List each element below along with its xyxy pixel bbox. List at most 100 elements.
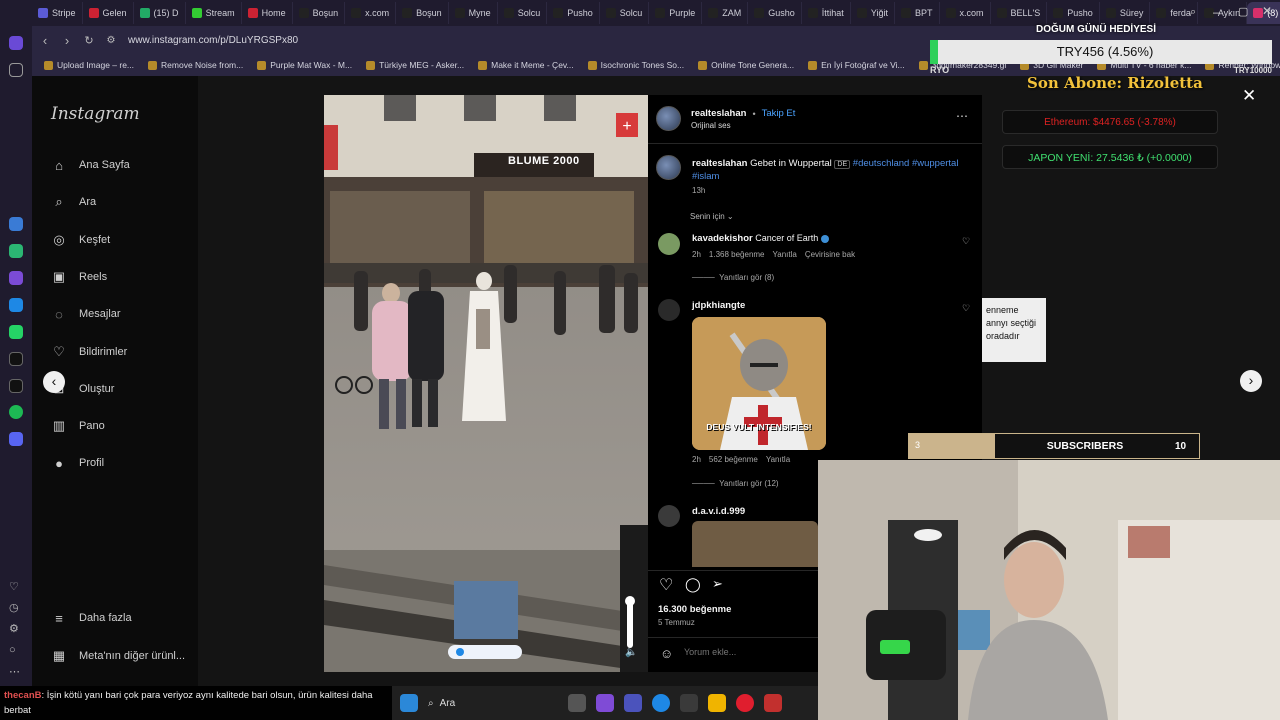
- browser-tab[interactable]: Pusho: [1047, 2, 1100, 24]
- comment-username[interactable]: jdpkhiangte: [692, 300, 745, 311]
- nav-item-keşfet[interactable]: ◎ Keşfet: [51, 232, 110, 248]
- bookmark-item[interactable]: Make it Meme - Çev...: [478, 60, 574, 70]
- translate-button[interactable]: Çevirisine bak: [805, 250, 855, 259]
- browser-tab[interactable]: Gusho: [748, 2, 802, 24]
- whatsapp-icon[interactable]: [9, 325, 23, 339]
- edge-icon[interactable]: [652, 694, 670, 712]
- maximize-icon[interactable]: ▢: [1238, 5, 1248, 18]
- post-video[interactable]: + BLUME 2000 🔈: [324, 95, 648, 672]
- more-menu[interactable]: ≡ Daha fazla: [51, 610, 131, 626]
- nav-item-ara[interactable]: ⌕ Ara: [51, 194, 96, 210]
- app-icon[interactable]: [9, 36, 23, 50]
- bookmark-item[interactable]: Upload Image – re...: [44, 60, 134, 70]
- nav-item-mesajlar[interactable]: ◌ Mesajlar: [51, 306, 120, 322]
- x-icon[interactable]: [9, 379, 23, 393]
- comment-username[interactable]: d.a.v.i.d.999: [692, 506, 745, 517]
- browser-tab[interactable]: Yiğit: [851, 2, 895, 24]
- caption-username[interactable]: realteslahan: [692, 158, 747, 169]
- nav-item-bildirimler[interactable]: ♡ Bildirimler: [51, 344, 127, 360]
- comment-avatar[interactable]: [658, 505, 680, 527]
- comment-icon[interactable]: ◯: [685, 576, 701, 593]
- app-icon[interactable]: [764, 694, 782, 712]
- close-window-icon[interactable]: ✕: [1262, 4, 1272, 18]
- emoji-icon[interactable]: ☺: [660, 646, 673, 661]
- browser-tab[interactable]: Stream: [186, 2, 242, 24]
- bookmark-item[interactable]: Purple Mat Wax - M...: [257, 60, 352, 70]
- app-icon[interactable]: [9, 217, 23, 231]
- reply-button[interactable]: Yanıtla: [766, 455, 790, 464]
- audio-label[interactable]: Orijinal ses: [691, 121, 731, 130]
- app-icon[interactable]: [596, 694, 614, 712]
- minimize-icon[interactable]: –: [1213, 5, 1220, 19]
- previous-post-button[interactable]: ‹: [43, 371, 65, 393]
- bookmark-item[interactable]: Türkiye MEG - Asker...: [366, 60, 464, 70]
- browser-tab[interactable]: BELL'S: [991, 2, 1048, 24]
- more-icon[interactable]: ⋯: [9, 665, 23, 679]
- caption-avatar[interactable]: [656, 155, 681, 180]
- nav-item-ana-sayfa[interactable]: ⌂ Ana Sayfa: [51, 157, 130, 173]
- browser-tab[interactable]: Solcu: [600, 2, 650, 24]
- next-post-button[interactable]: ›: [1240, 370, 1262, 392]
- browser-tab[interactable]: Gelen: [83, 2, 134, 24]
- browser-tab[interactable]: Purple: [649, 2, 703, 24]
- reply-button[interactable]: Yanıtla: [773, 250, 797, 259]
- close-modal-icon[interactable]: ✕: [1242, 86, 1256, 106]
- bookmark-item[interactable]: Online Tone Genera...: [698, 60, 794, 70]
- messenger-icon[interactable]: [9, 298, 23, 312]
- app-icon[interactable]: [9, 432, 23, 446]
- app-icon[interactable]: [9, 271, 23, 285]
- site-info-icon[interactable]: ⚙: [100, 29, 122, 51]
- sort-dropdown[interactable]: Senin için ⌄: [690, 212, 734, 221]
- nav-item-profil[interactable]: ● Profil: [51, 455, 104, 471]
- teams-icon[interactable]: [624, 694, 642, 712]
- browser-tab[interactable]: Stripe: [32, 2, 83, 24]
- hashtags[interactable]: #deutschland #wuppertal: [853, 158, 959, 169]
- url-field[interactable]: www.instagram.com/p/DLuYRGSPx80: [128, 35, 298, 46]
- like-comment-icon[interactable]: ♡: [962, 303, 970, 314]
- browser-tab[interactable]: Boşun: [396, 2, 449, 24]
- nav-item-pano[interactable]: ▥ Pano: [51, 418, 105, 434]
- bookmark-item[interactable]: Remove Noise from...: [148, 60, 243, 70]
- author-avatar[interactable]: [656, 106, 681, 131]
- browser-tab[interactable]: BPT: [895, 2, 940, 24]
- author-username[interactable]: realteslahan: [691, 108, 746, 119]
- comment-likes[interactable]: 1.368 beğenme: [709, 250, 765, 259]
- comment-avatar[interactable]: [658, 233, 680, 255]
- store-icon[interactable]: [680, 694, 698, 712]
- windows-start-icon[interactable]: [400, 694, 418, 712]
- browser-tab[interactable]: Sürey: [1100, 2, 1151, 24]
- nav-item-reels[interactable]: ▣ Reels: [51, 269, 107, 285]
- comment-input[interactable]: [684, 647, 824, 657]
- meta-products[interactable]: ▦ Meta'nın diğer ürünl...: [51, 648, 185, 664]
- back-icon[interactable]: ‹: [34, 29, 56, 51]
- browser-tab[interactable]: Boşun: [293, 2, 346, 24]
- share-icon[interactable]: ➢: [712, 576, 723, 592]
- view-replies[interactable]: ──── Yanıtları gör (12): [692, 479, 779, 488]
- meme-image[interactable]: DEUS VULT INTENSIFIES!: [692, 317, 826, 450]
- tiktok-icon[interactable]: [9, 352, 23, 366]
- heart-icon[interactable]: ♡: [9, 580, 23, 594]
- browser-tab[interactable]: Myne: [449, 2, 498, 24]
- follow-button[interactable]: Takip Et: [762, 108, 796, 119]
- browser-tab[interactable]: Solcu: [498, 2, 548, 24]
- like-comment-icon[interactable]: ♡: [962, 236, 970, 247]
- bookmark-item[interactable]: En İyi Fotoğraf ve Vi...: [808, 60, 905, 70]
- settings-icon[interactable]: ⚙: [9, 622, 23, 636]
- browser-tab[interactable]: Home: [242, 2, 293, 24]
- instagram-logo[interactable]: Instagram: [51, 104, 140, 124]
- bulb-icon[interactable]: ○: [9, 644, 23, 658]
- search-tabs-icon[interactable]: ⌕: [1190, 6, 1196, 19]
- reload-icon[interactable]: ↻: [78, 29, 100, 51]
- task-view-icon[interactable]: [568, 694, 586, 712]
- hashtag-islam[interactable]: #islam: [692, 171, 719, 182]
- browser-tab[interactable]: İttihat: [802, 2, 851, 24]
- browser-tab[interactable]: ZAM: [702, 2, 749, 24]
- history-icon[interactable]: ◷: [9, 601, 23, 615]
- browser-tab[interactable]: x.com: [345, 2, 397, 24]
- taskbar-search[interactable]: ⌕ Ara: [428, 698, 558, 709]
- more-options-icon[interactable]: ⋯: [956, 109, 968, 123]
- file-explorer-icon[interactable]: [708, 694, 726, 712]
- app-icon[interactable]: [9, 244, 23, 258]
- browser-tab[interactable]: x.com: [940, 2, 991, 24]
- volume-icon[interactable]: 🔈: [625, 647, 637, 658]
